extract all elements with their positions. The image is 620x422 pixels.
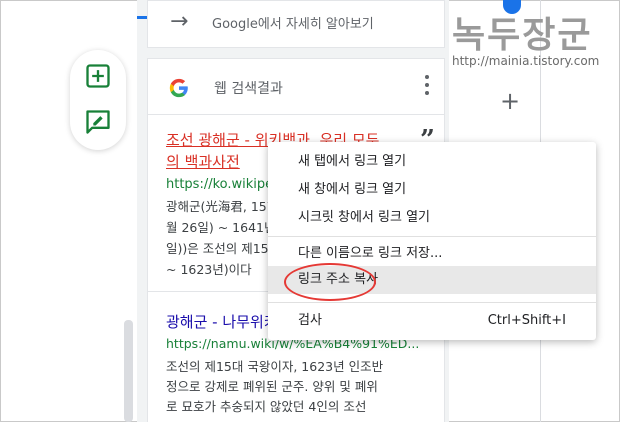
- menu-open-incognito[interactable]: 시크릿 창에서 링크 열기: [268, 204, 596, 232]
- plus-icon[interactable]: +: [500, 89, 520, 113]
- learn-more-card[interactable]: → Google에서 자세히 알아보기: [147, 0, 445, 48]
- result-snippet: 조선의 제15대 국왕이자, 1623년 인조반 정으로 강제로 폐위된 군주.…: [166, 359, 384, 414]
- menu-separator: [268, 236, 596, 237]
- google-logo-icon: [169, 78, 188, 98]
- web-results-title: 웹 검색결과: [214, 81, 283, 97]
- more-vert-icon[interactable]: [422, 75, 432, 99]
- menu-open-new-window[interactable]: 새 창에서 링크 열기: [268, 176, 596, 204]
- menu-separator: [268, 302, 596, 303]
- context-menu: 새 탭에서 링크 열기 새 창에서 링크 열기 시크릿 창에서 링크 열기 다른…: [268, 142, 596, 340]
- add-box-icon[interactable]: [84, 62, 112, 90]
- watermark-title: 녹두장군: [452, 15, 593, 56]
- menu-inspect[interactable]: 검사 Ctrl+Shift+I: [268, 307, 596, 335]
- annotation-highlight-ellipse: [284, 263, 376, 301]
- scrollbar[interactable]: [124, 320, 133, 422]
- side-toolbar: [70, 50, 126, 150]
- menu-inspect-shortcut: Ctrl+Shift+I: [487, 313, 566, 328]
- menu-inspect-label: 검사: [298, 313, 322, 328]
- web-results-header: 웹 검색결과: [148, 59, 444, 115]
- menu-open-new-tab[interactable]: 새 탭에서 링크 열기: [268, 148, 596, 176]
- watermark-url: http://mainia.tistory.com: [452, 54, 600, 68]
- feedback-edit-icon[interactable]: [84, 108, 112, 136]
- learn-more-label: Google에서 자세히 알아보기: [212, 17, 374, 32]
- arrow-right-icon: →: [170, 9, 189, 34]
